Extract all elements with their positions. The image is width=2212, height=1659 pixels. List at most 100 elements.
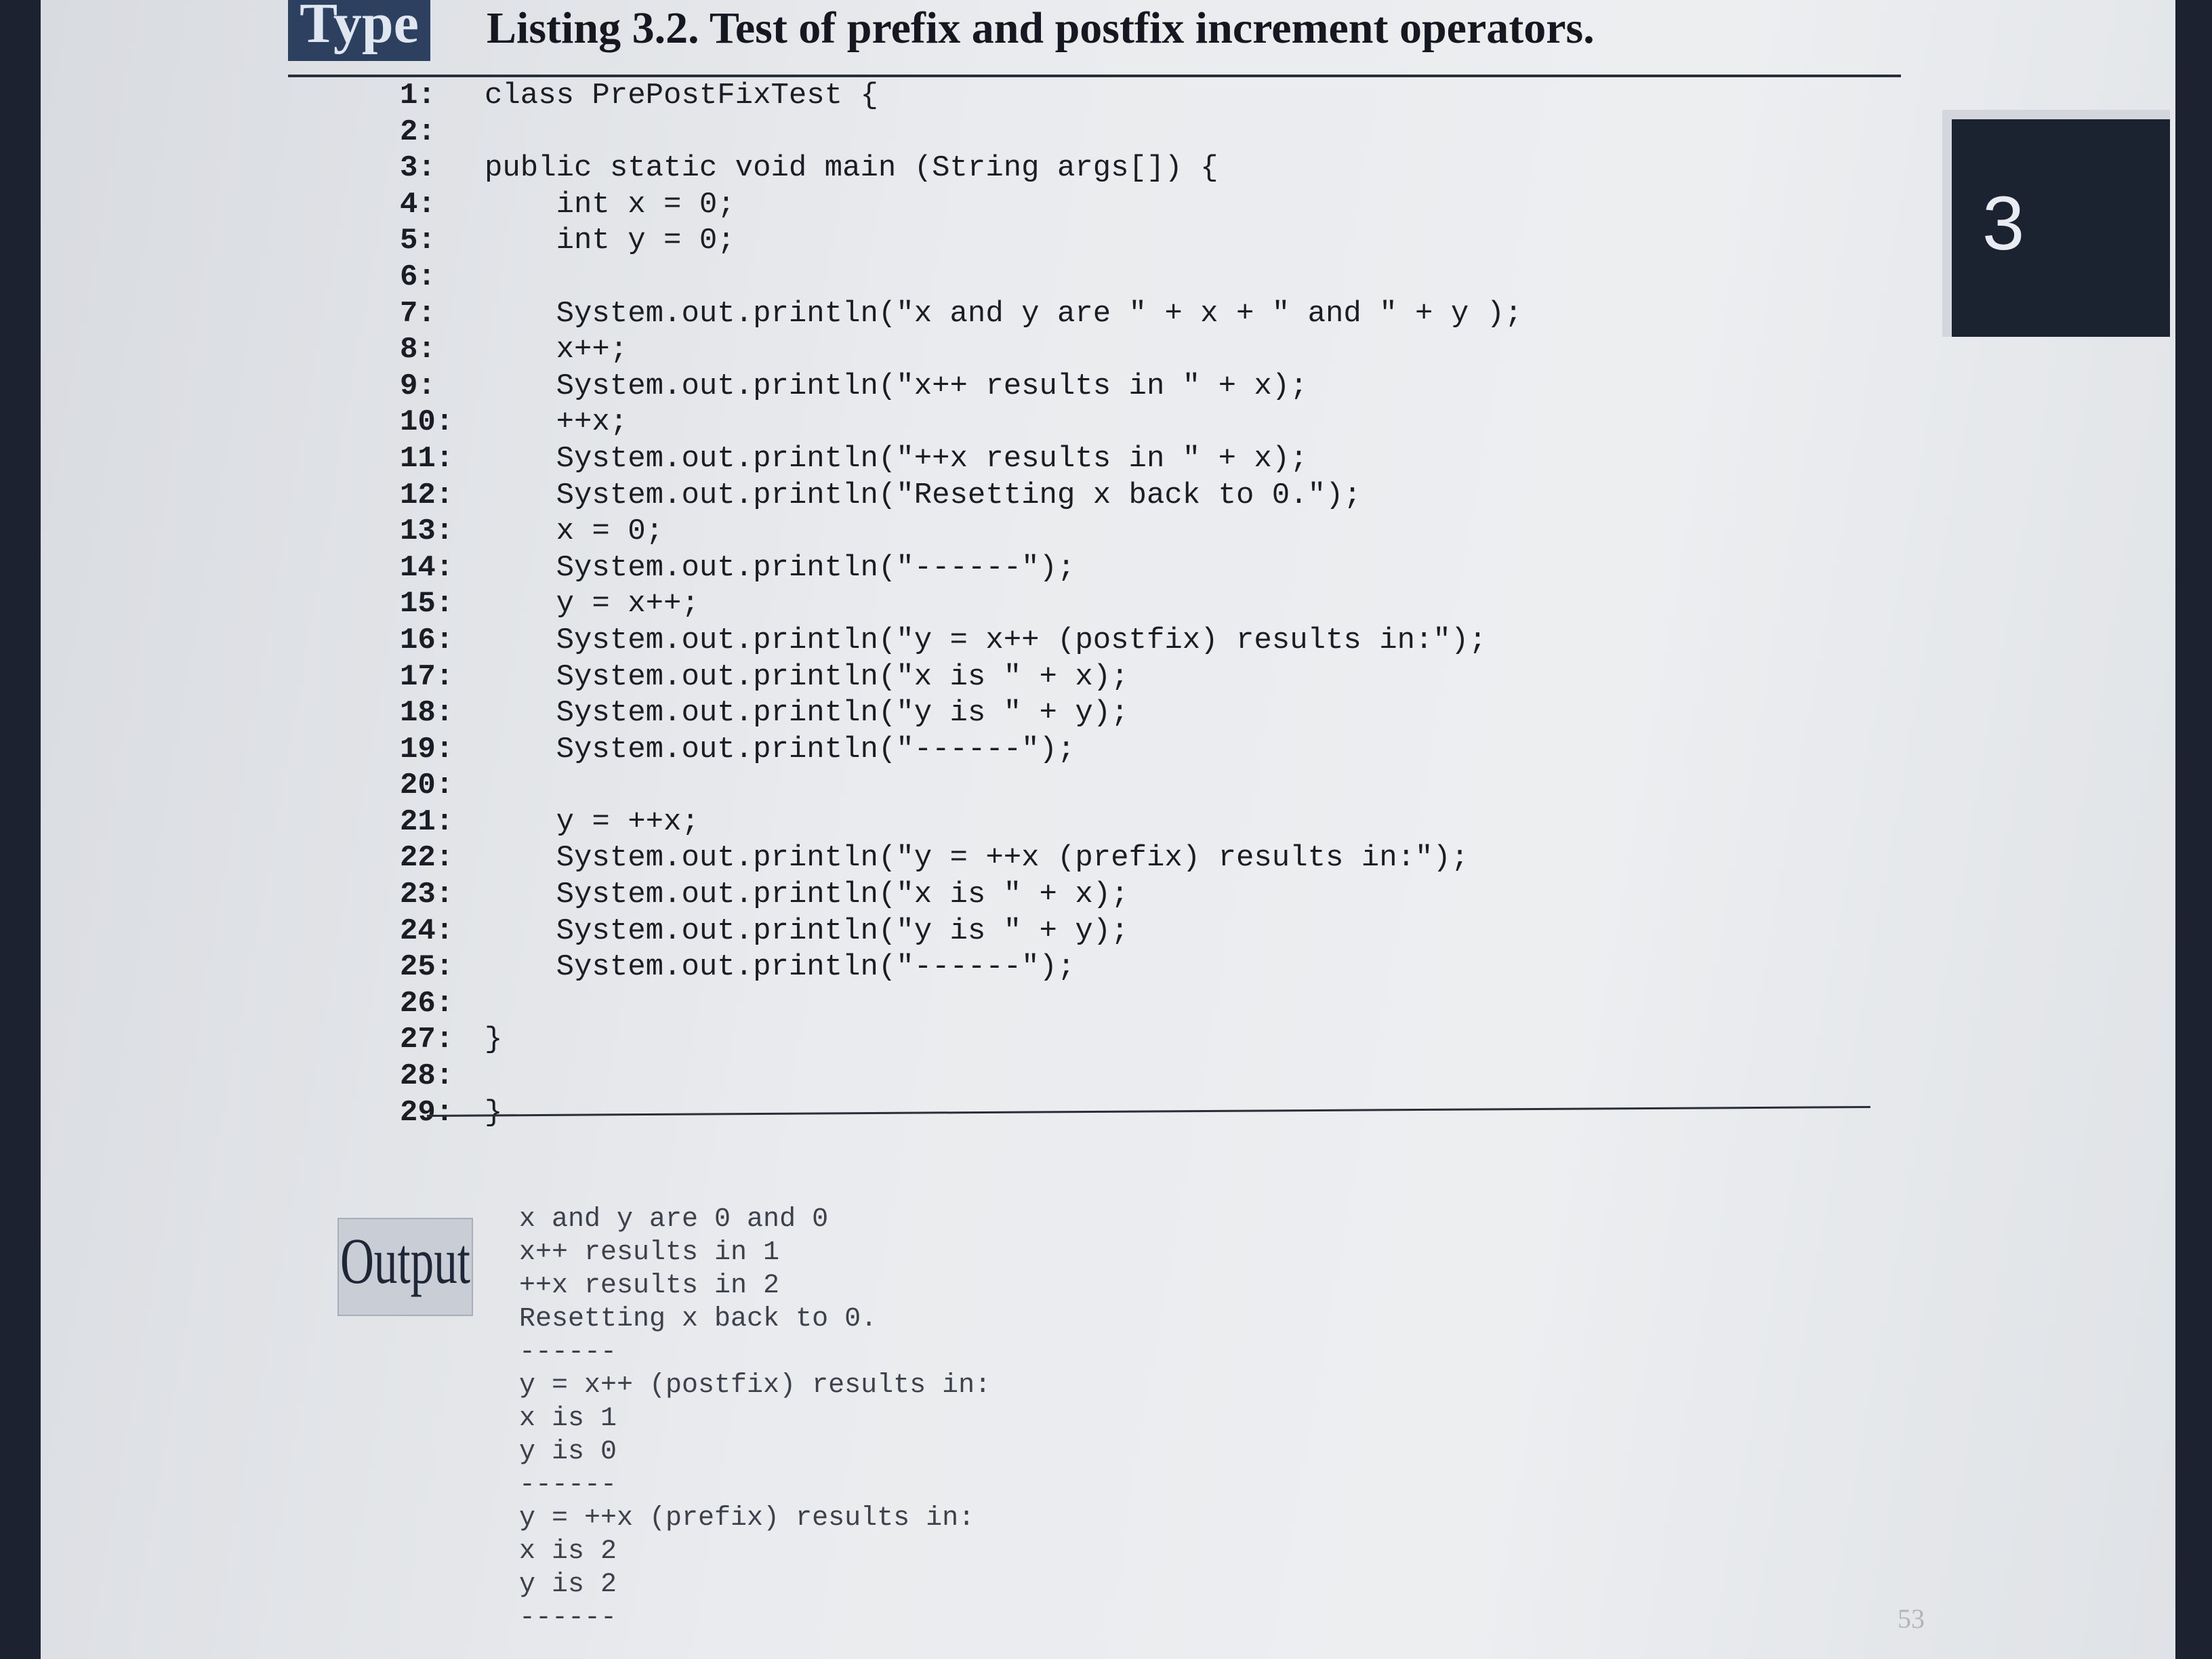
line-number: 25:: [400, 950, 454, 985]
output-line: y is 0: [519, 1437, 617, 1467]
line-number: 24:: [400, 914, 454, 948]
line-number: 21:: [400, 804, 454, 839]
line-code: int y = 0;: [485, 224, 735, 258]
output-line: Resetting x back to 0.: [519, 1304, 878, 1334]
code-line: 26:: [400, 986, 1522, 1023]
line-code: System.out.println("y is " + y);: [485, 696, 1129, 731]
code-line: 5: int y = 0;: [400, 223, 1522, 260]
output-line: x++ results in 1: [519, 1237, 780, 1268]
code-line: 17: System.out.println("x is " + x);: [400, 659, 1522, 696]
line-number: 28:: [400, 1059, 454, 1094]
line-code: System.out.println("y is " + y);: [485, 914, 1129, 948]
line-number: 5:: [400, 224, 436, 258]
line-number: 27:: [400, 1023, 454, 1057]
output-label: Output: [340, 1225, 471, 1297]
line-number: 13:: [400, 514, 454, 549]
line-code: System.out.println("y = ++x (prefix) res…: [485, 841, 1469, 876]
output-line: x and y are 0 and 0: [519, 1204, 829, 1235]
line-code: class PrePostFixTest {: [485, 79, 878, 112]
line-number: 1:: [400, 79, 436, 112]
line-code: System.out.println("y = x++ (postfix) re…: [485, 623, 1487, 657]
line-number: 11:: [400, 441, 454, 476]
line-number: 6:: [400, 260, 436, 294]
code-line: 12: System.out.println("Resetting x back…: [400, 478, 1522, 514]
line-code: }: [485, 1023, 503, 1057]
output-line: x is 1: [519, 1404, 617, 1434]
code-line: 20:: [400, 768, 1522, 804]
line-code: System.out.println("x is " + x);: [485, 878, 1129, 912]
line-number: 16:: [400, 623, 454, 657]
code-line: 22: System.out.println("y = ++x (prefix)…: [400, 840, 1522, 877]
code-line: 24: System.out.println("y is " + y);: [400, 914, 1522, 950]
line-number: 22:: [400, 841, 454, 876]
line-number: 26:: [400, 986, 454, 1021]
title-divider: [288, 75, 1901, 77]
program-output: x and y are 0 and 0 x++ results in 1 ++x r…: [519, 1203, 991, 1635]
line-number: 8:: [400, 333, 436, 367]
listing-title: Listing 3.2. Test of prefix and postfix …: [487, 3, 1595, 53]
code-line: 8: x++;: [400, 332, 1522, 369]
output-line: y is 2: [519, 1570, 617, 1600]
line-number: 3:: [400, 151, 436, 186]
code-line: 9: System.out.println("x++ results in " …: [400, 369, 1522, 405]
output-line: y = ++x (prefix) results in:: [519, 1503, 975, 1534]
chapter-tab: [1942, 110, 2170, 337]
line-code: public static void main (String args[]) …: [485, 151, 1218, 186]
type-badge: Type: [288, 0, 430, 61]
code-line: 19: System.out.println("------");: [400, 732, 1522, 769]
code-line: 14: System.out.println("------");: [400, 550, 1522, 587]
code-line: 2:: [400, 115, 1522, 151]
line-number: 4:: [400, 187, 436, 222]
code-line: 7: System.out.println("x and y are " + x…: [400, 296, 1522, 333]
code-line: 28:: [400, 1059, 1522, 1095]
code-line: 13: x = 0;: [400, 514, 1522, 550]
code-line: 3: public static void main (String args[]…: [400, 150, 1522, 187]
line-number: 17:: [400, 659, 454, 694]
output-line: ------: [519, 1337, 617, 1368]
line-code: System.out.println("++x results in " + x…: [485, 441, 1308, 476]
output-line: ------: [519, 1603, 617, 1633]
code-line: 1: class PrePostFixTest {: [400, 78, 1522, 115]
code-line: 16: System.out.println("y = x++ (postfix…: [400, 623, 1522, 659]
line-number: 29:: [400, 1095, 454, 1130]
line-code: System.out.println("------");: [485, 550, 1076, 585]
output-line: ------: [519, 1470, 617, 1500]
line-code: System.out.println("x is " + x);: [485, 659, 1129, 694]
page-number: 53: [1898, 1603, 1925, 1634]
code-line: 4: int x = 0;: [400, 187, 1522, 224]
line-code: int x = 0;: [485, 187, 735, 222]
code-line: 11: System.out.println("++x results in "…: [400, 441, 1522, 478]
line-number: 20:: [400, 769, 454, 803]
line-number: 12:: [400, 478, 454, 512]
line-code: x = 0;: [485, 514, 664, 549]
code-line: 27:}: [400, 1022, 1522, 1059]
code-line: 18: System.out.println("y is " + y);: [400, 695, 1522, 732]
code-line: 25: System.out.println("------");: [400, 949, 1522, 986]
line-code: y = ++x;: [485, 804, 699, 839]
line-code: }: [485, 1095, 503, 1130]
chapter-number: 3: [1982, 181, 2025, 266]
line-code: System.out.println("Resetting x back to …: [485, 478, 1361, 512]
output-line: x is 2: [519, 1536, 617, 1567]
line-code: y = x++;: [485, 587, 699, 621]
line-number: 19:: [400, 732, 454, 766]
output-line: y = x++ (postfix) results in:: [519, 1370, 991, 1401]
code-line: 10: ++x;: [400, 405, 1522, 441]
line-number: 23:: [400, 878, 454, 912]
code-listing: 1: class PrePostFixTest { 2: 3: public stati…: [400, 78, 1522, 1131]
code-line: 21: y = ++x;: [400, 804, 1522, 841]
line-number: 18:: [400, 696, 454, 731]
line-number: 9:: [400, 369, 436, 403]
line-code: System.out.println("x and y are " + x + …: [485, 296, 1523, 331]
line-code: System.out.println("------");: [485, 950, 1076, 985]
output-line: ++x results in 2: [519, 1271, 780, 1301]
line-number: 14:: [400, 550, 454, 585]
line-number: 7:: [400, 296, 436, 331]
line-number: 2:: [400, 115, 436, 149]
line-code: x++;: [485, 333, 628, 367]
code-line: 23: System.out.println("x is " + x);: [400, 877, 1522, 914]
line-number: 15:: [400, 587, 454, 621]
code-line: 6:: [400, 260, 1522, 296]
line-code: ++x;: [485, 405, 628, 440]
code-line: 15: y = x++;: [400, 586, 1522, 623]
